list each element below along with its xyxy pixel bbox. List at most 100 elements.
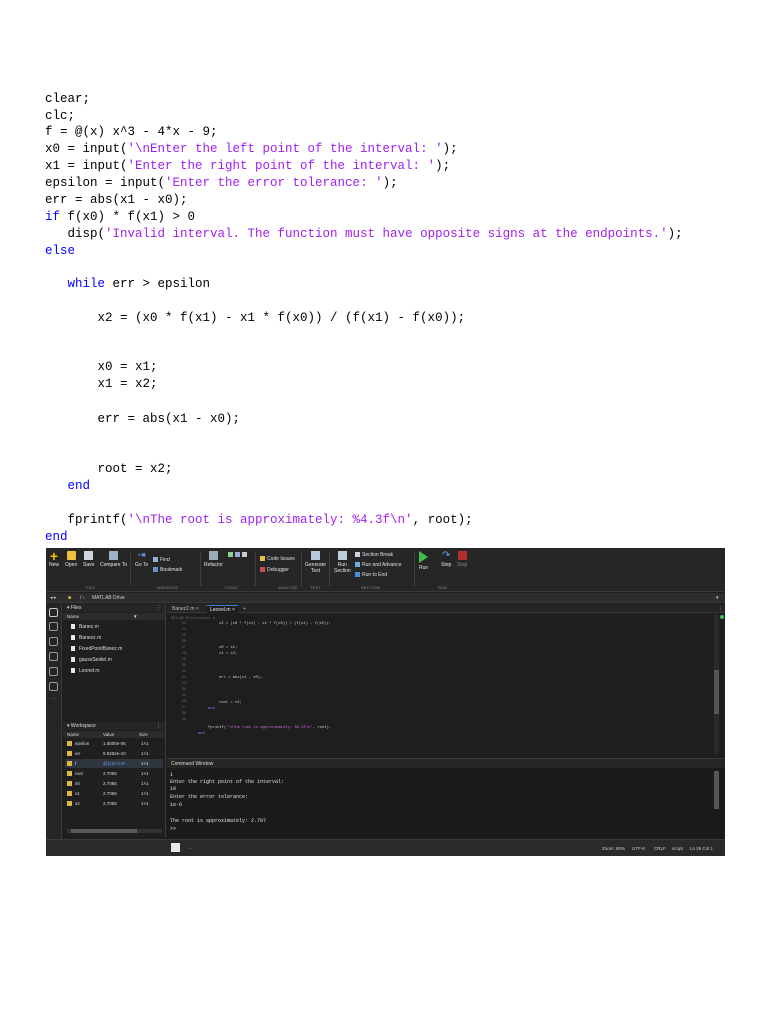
step-button[interactable]: ↷ Step — [441, 551, 451, 569]
code-text: ); — [435, 159, 451, 173]
code-text: x2 = (x0 * f(x1) - x1 * f(x0)) / (f(x1) … — [45, 311, 466, 325]
code-line: x0 = input('\nEnter the left point of th… — [45, 141, 458, 157]
addons-icon[interactable] — [49, 682, 58, 691]
run-section-button[interactable]: Run Section — [334, 551, 351, 574]
file-item[interactable]: Leonel.m — [71, 668, 100, 674]
new-button[interactable]: + New — [49, 549, 59, 568]
command-scroll-thumb[interactable] — [714, 771, 719, 809]
generate-test-button[interactable]: Generate Test — [305, 551, 326, 574]
command-output-line: The root is approximately: 2.707 — [170, 818, 267, 824]
code-string: '\nThe root is approximately: %4.3f\n' — [226, 726, 313, 730]
code-string: '\nThe root is approximately: %4.3f\n' — [127, 513, 413, 527]
more-icon[interactable]: ··· — [50, 696, 56, 702]
compare-button[interactable]: Compare To — [100, 551, 127, 568]
editor-line: fprintf('\nThe root is approximately: %4… — [208, 726, 331, 730]
bookmark-icon — [153, 567, 158, 572]
scroll-thumb[interactable] — [714, 670, 719, 714]
workspace-row[interactable]: epsilon 1.0000e-06 1×1 — [65, 739, 163, 748]
run-to-end-button[interactable]: Run to End — [355, 572, 387, 578]
code-text: fprintf( — [208, 726, 227, 730]
run-button[interactable]: Run — [419, 551, 428, 571]
tab-banez2[interactable]: Banez2.m × — [169, 605, 202, 613]
command-prompt[interactable]: >> — [170, 826, 176, 832]
save-button[interactable]: Save — [83, 551, 94, 568]
horizontal-scrollbar[interactable] — [67, 829, 162, 833]
close-icon[interactable]: × — [196, 606, 199, 612]
file-icon — [71, 668, 75, 673]
status-zoom[interactable]: Zoom: 80% — [602, 846, 625, 851]
history-icon[interactable] — [49, 652, 58, 661]
file-item[interactable]: FixedPointBanez.m — [71, 646, 122, 652]
help-icon[interactable] — [49, 667, 58, 676]
file-item[interactable]: Banez.m — [71, 624, 99, 630]
folder-icon: ■ — [68, 595, 72, 601]
refactor-button[interactable]: Refactor — [204, 551, 223, 568]
workspace-row[interactable]: f @(x)x^3-4*... 1×1 — [65, 759, 163, 768]
scroll-thumb[interactable] — [71, 829, 137, 833]
editor-line: x2 = (x0 * f(x1) - x1 * f(x0)) / (f(x1) … — [219, 622, 331, 626]
new-tab-button[interactable]: + — [240, 605, 249, 613]
stop-icon — [457, 551, 467, 560]
workspace-row[interactable]: err 9.6282e-10 1×1 — [65, 749, 163, 758]
address-bar[interactable]: ◂ ▸ ■ / › MATLAB Drive ▾ — [46, 593, 725, 603]
code-issues-button[interactable]: Code Issues — [260, 556, 295, 562]
run-advance-button[interactable]: Run and Advance — [355, 562, 401, 568]
debugger-icon — [260, 567, 265, 572]
files-column-header[interactable]: Name ▼ — [63, 613, 165, 620]
line-number: 39 — [181, 718, 186, 722]
line-number: 37 — [181, 706, 186, 710]
workspace-row[interactable]: x2 2.7065 1×1 — [65, 799, 163, 808]
workspace-row[interactable]: root 2.7065 1×1 — [65, 769, 163, 778]
layers-icon[interactable] — [49, 637, 58, 646]
line-number: 26 — [181, 640, 186, 644]
more-icon[interactable]: ··· — [188, 846, 193, 851]
workspace-row[interactable]: x1 2.7065 1×1 — [65, 789, 163, 798]
find-button[interactable]: Find — [153, 557, 170, 563]
close-icon[interactable]: × — [232, 607, 235, 613]
chevron-down-icon[interactable]: ▾ — [716, 595, 719, 601]
stop-button[interactable]: Stop — [457, 551, 467, 568]
open-button[interactable]: Open — [65, 551, 77, 568]
file-item[interactable]: Banezz.m — [71, 635, 101, 641]
command-window[interactable]: Command Window 1 Enter the right point o… — [167, 758, 725, 839]
workspace-row[interactable]: x0 2.7065 1×1 — [65, 779, 163, 788]
status-eol[interactable]: CRLF — [654, 846, 666, 851]
line-number: 29 — [181, 658, 186, 662]
line-number: 33 — [181, 682, 186, 686]
line-number: 28 — [181, 652, 186, 656]
variable-icon — [67, 781, 72, 786]
toolstrip-divider — [414, 552, 415, 586]
file-item[interactable]: gaussSeidel.m — [71, 657, 112, 663]
code-line: end — [45, 529, 68, 545]
code-text: ); — [382, 176, 398, 190]
find-icon — [153, 557, 158, 562]
more-options-icon[interactable]: ⋮ — [715, 605, 725, 613]
tab-leonel[interactable]: Leonel.m × — [207, 605, 238, 613]
side-rail: ··· — [46, 604, 62, 856]
code-format-icons[interactable] — [228, 552, 249, 558]
document-icon — [171, 843, 180, 852]
status-file-type: script — [672, 846, 683, 851]
code-text: ); — [667, 227, 683, 241]
section-break-button[interactable]: Section Break — [355, 552, 393, 558]
vertical-scrollbar[interactable] — [714, 614, 719, 754]
more-options-icon[interactable]: ⋮ — [156, 723, 161, 729]
grid-icon[interactable] — [49, 622, 58, 631]
workspace-column-header[interactable]: Name Value Size — [63, 731, 165, 738]
filter-icon[interactable]: ▼ — [133, 614, 137, 619]
code-text: f = @(x) x^3 - 4*x - 9; — [45, 125, 218, 139]
code-text: x1 = x2; — [219, 652, 238, 656]
command-output-line: 1 — [170, 772, 174, 778]
code-status-indicator-icon — [720, 615, 724, 619]
status-encoding[interactable]: UTF-8 — [632, 846, 645, 851]
address-path[interactable]: MATLAB Drive — [92, 595, 125, 601]
section-label-section: SECTION — [361, 585, 381, 590]
goto-button[interactable]: ⇥ Go To — [135, 551, 148, 569]
code-keyword: end — [198, 732, 205, 736]
back-icon[interactable]: ◂ ▸ — [50, 595, 56, 601]
files-panel-icon[interactable] — [49, 608, 58, 617]
bookmark-button[interactable]: Bookmark — [153, 567, 183, 573]
play-icon — [419, 551, 429, 563]
more-options-icon[interactable]: ⋮ — [156, 605, 161, 611]
debugger-button[interactable]: Debugger — [260, 567, 289, 573]
